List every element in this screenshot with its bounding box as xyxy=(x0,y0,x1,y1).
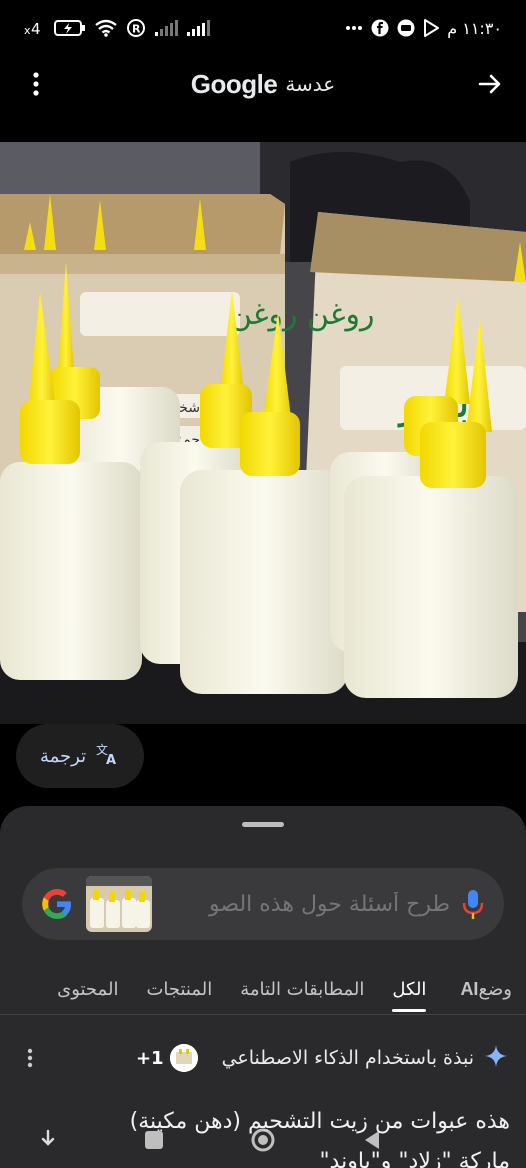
app-header: Google عدسة xyxy=(0,56,526,112)
tab-content[interactable]: المحتوى xyxy=(43,966,132,1012)
home-nav-icon[interactable] xyxy=(250,1127,276,1157)
tab-products[interactable]: المنتجات xyxy=(132,966,226,1012)
tab-exact-matches[interactable]: المطابقات التامة xyxy=(226,966,378,1012)
search-thumbnail[interactable] xyxy=(86,876,152,932)
search-input[interactable] xyxy=(152,891,460,917)
status-right: ١١:٣٠ م xyxy=(345,19,502,38)
facebook-icon xyxy=(371,19,389,37)
bottles-photo-image: روغن روغن شخصات:اند حم:٨٠ بلور xyxy=(0,142,526,724)
results-sheet[interactable]: وضع AI الكل المطابقات التامة المنتجات ال… xyxy=(0,806,526,1168)
registered-icon: R xyxy=(126,18,146,38)
tab-ai-mode-badge: AI xyxy=(460,978,479,999)
google-brand: Google xyxy=(190,68,278,99)
cell-signal-2-icon xyxy=(186,20,210,36)
translate-button[interactable]: ترجمة 文A xyxy=(16,724,145,788)
source-avatar xyxy=(169,1044,198,1072)
svg-text:x: x xyxy=(24,24,31,36)
status-left: x4 R xyxy=(24,18,210,38)
ai-overview-menu-button[interactable] xyxy=(18,1048,42,1068)
more-vert-icon xyxy=(33,72,39,96)
cell-signal-1-icon xyxy=(154,20,178,36)
arrow-right-icon xyxy=(478,74,501,94)
recents-nav-icon[interactable] xyxy=(143,1129,165,1155)
page-title: Google عدسة xyxy=(191,69,335,100)
back-nav-icon[interactable] xyxy=(361,1129,383,1155)
forward-button[interactable] xyxy=(474,68,506,100)
tabs-divider xyxy=(0,1014,526,1015)
clock: ١١:٣٠ م xyxy=(447,18,502,38)
screen-record-icon xyxy=(397,19,415,37)
google-g-icon xyxy=(42,889,71,919)
source-count: 1+ xyxy=(135,1047,164,1069)
more-notifications-icon xyxy=(345,25,363,31)
wifi-icon xyxy=(94,19,118,37)
ai-overview-title: نبذة باستخدام الذكاء الاصطناعي xyxy=(221,1047,474,1069)
battery-icon xyxy=(54,19,86,37)
thumbnail-image xyxy=(86,876,152,932)
tab-ai-mode[interactable]: وضع AI xyxy=(440,966,526,1012)
ai-overview-header: نبذة باستخدام الذكاء الاصطناعي 1+ xyxy=(0,1036,526,1080)
mic-icon[interactable] xyxy=(460,887,486,921)
translate-label: ترجمة xyxy=(40,745,87,767)
tab-all[interactable]: الكل xyxy=(378,966,440,1012)
photo-label-left: روغن روغن xyxy=(230,297,375,332)
svg-text:4: 4 xyxy=(31,20,41,36)
more-options-button[interactable] xyxy=(20,68,52,100)
svg-text:A: A xyxy=(106,753,116,766)
search-box[interactable] xyxy=(22,868,504,940)
lens-label: عدسة xyxy=(285,72,336,96)
status-bar: x4 R ١١:٣٠ م xyxy=(0,0,526,56)
translate-icon: 文A xyxy=(96,742,120,771)
ai-sources[interactable]: 1+ xyxy=(136,1044,198,1072)
lens-photo[interactable]: روغن روغن شخصات:اند حم:٨٠ بلور xyxy=(0,142,526,724)
tab-ai-mode-label: وضع xyxy=(478,978,512,1000)
play-store-icon xyxy=(423,19,440,37)
signal-4-icon: x4 xyxy=(24,20,46,36)
more-vert-icon xyxy=(27,1048,33,1068)
system-nav-bar xyxy=(0,1122,526,1162)
svg-text:R: R xyxy=(132,23,141,36)
sheet-drag-handle[interactable] xyxy=(242,822,284,827)
ai-sparkle-icon xyxy=(484,1044,508,1072)
results-tabs: وضع AI الكل المطابقات التامة المنتجات ال… xyxy=(0,966,526,1012)
